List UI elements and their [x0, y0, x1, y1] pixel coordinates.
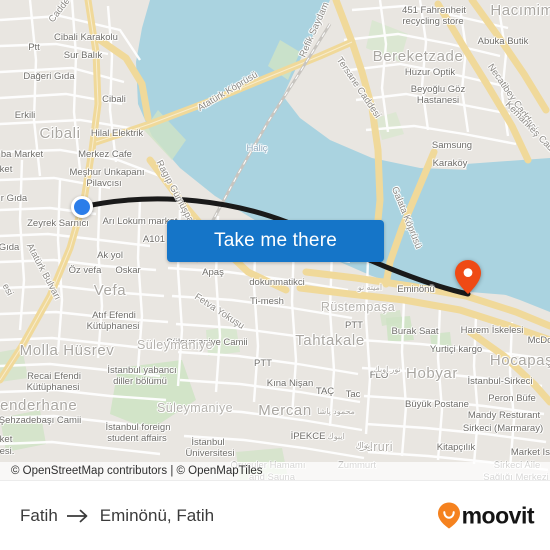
- trip-destination: Eminönü, Fatih: [99, 505, 215, 525]
- origin-dot-icon[interactable]: [71, 196, 93, 218]
- take-me-there-label: Take me there: [214, 230, 337, 251]
- destination-pin-icon[interactable]: [455, 260, 481, 294]
- moovit-trip-map-page: Caddesi Cibali Karakolu Ptt Sur Balık Dağeri…: [0, 0, 550, 550]
- moovit-wordmark: moovit: [461, 502, 535, 528]
- attribution-text: © OpenStreetMap contributors | © OpenMap…: [11, 465, 263, 477]
- map-attribution: © OpenStreetMap contributors | © OpenMap…: [0, 462, 550, 480]
- trip-summary: Fatih Eminönü, Fatih: [20, 506, 214, 526]
- moovit-logo: moovit: [437, 502, 535, 529]
- arrow-right-icon: [66, 509, 88, 522]
- take-me-there-button[interactable]: Take me there: [167, 220, 384, 262]
- park-hocapasa: [430, 332, 452, 352]
- trip-origin: Fatih: [20, 505, 58, 525]
- moovit-pin-icon: [437, 502, 460, 529]
- park-mid: [206, 326, 240, 356]
- map-canvas[interactable]: Caddesi Cibali Karakolu Ptt Sur Balık Dağeri…: [0, 0, 550, 480]
- footer-bar: Fatih Eminönü, Fatih moovit: [0, 480, 550, 550]
